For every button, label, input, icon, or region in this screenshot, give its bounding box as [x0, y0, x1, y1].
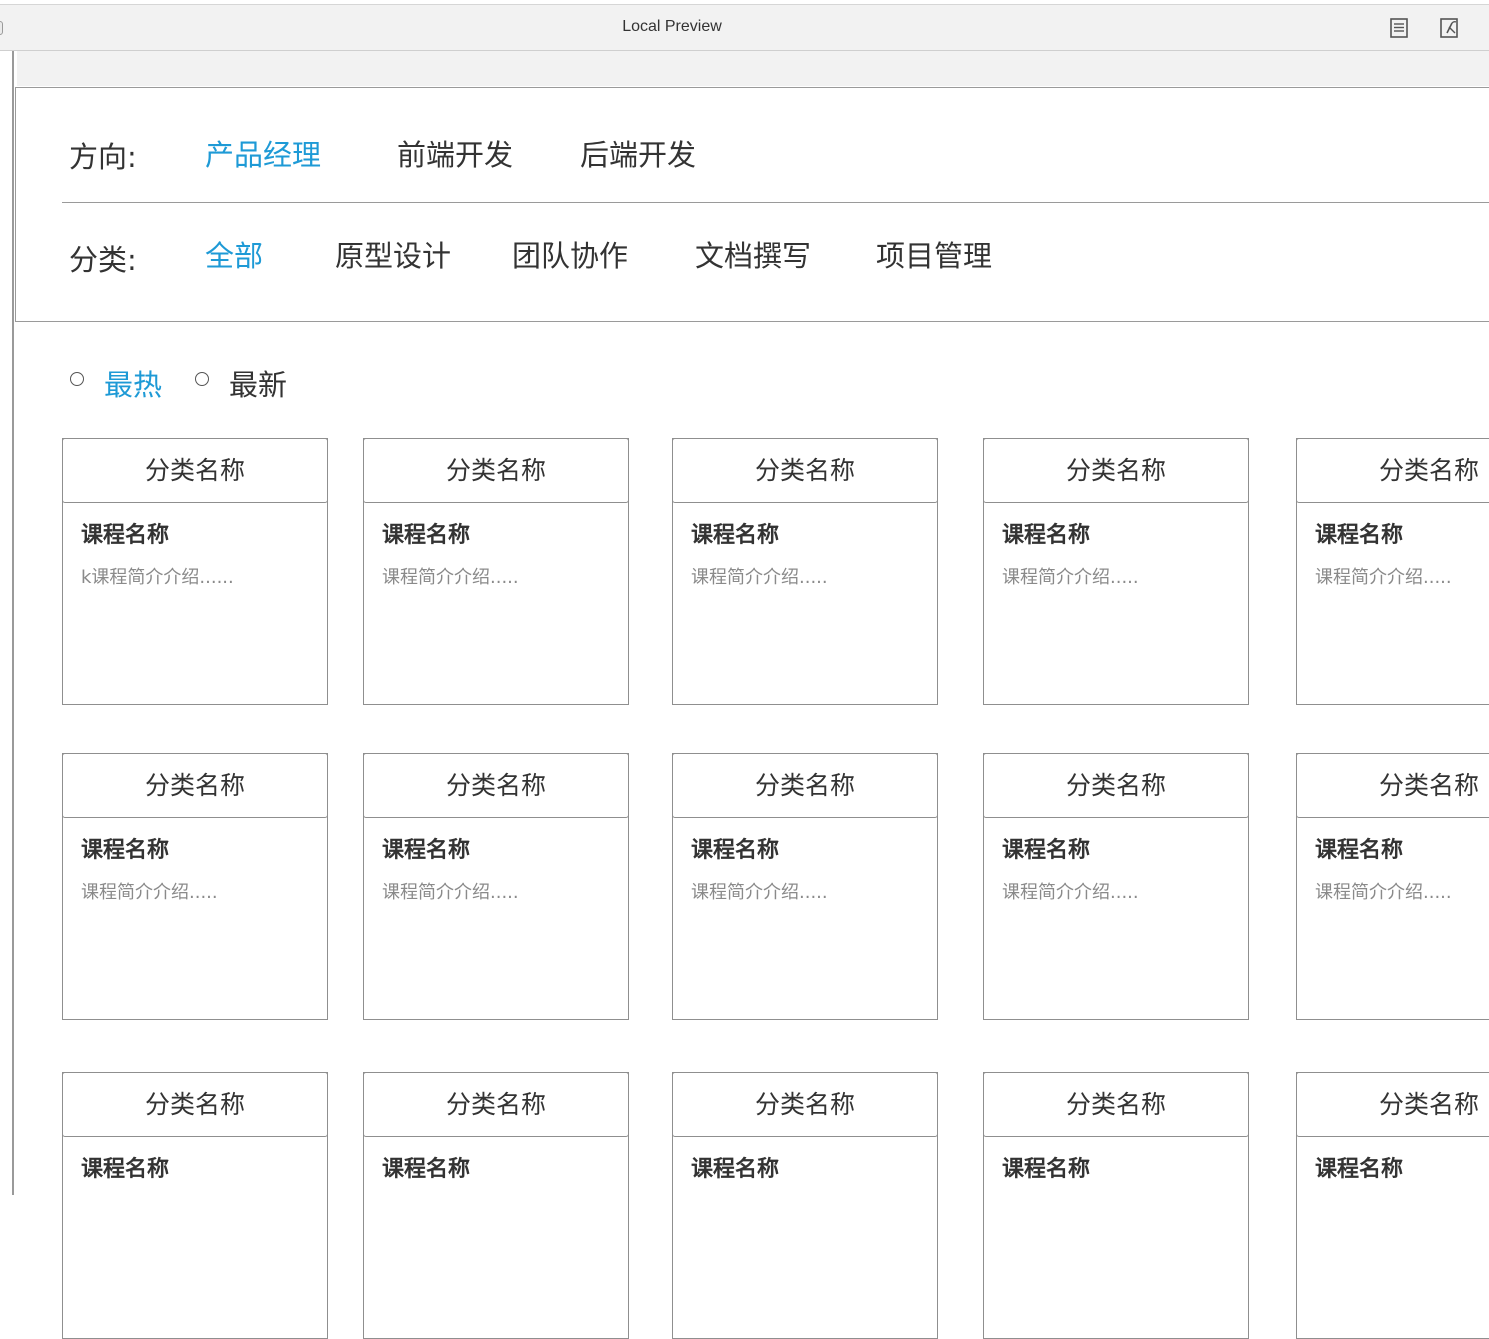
filter-divider — [62, 202, 1489, 203]
card-category: 分类名称 — [1296, 1072, 1489, 1137]
card-course-name: 课程名称 — [1002, 838, 1091, 863]
course-card[interactable]: 分类名称课程名称课程简介介绍..... — [363, 438, 629, 705]
category-filter: 分类: 全部 原型设计 团队协作 文档撰写 项目管理 — [16, 223, 1489, 283]
course-card[interactable]: 分类名称课程名称课程简介介绍..... — [62, 753, 328, 1020]
card-category: 分类名称 — [672, 753, 938, 818]
course-card[interactable]: 分类名称课程名称课程简介介绍..... — [672, 753, 938, 1020]
filter-panel: 方向: 产品经理 前端开发 后端开发 分类: 全部 原型设计 团队协作 文档撰写… — [15, 87, 1489, 322]
card-category: 分类名称 — [363, 1072, 629, 1137]
card-course-name: 课程名称 — [1315, 1157, 1404, 1182]
title-bar: Local Preview — [0, 4, 1489, 51]
card-course-name: 课程名称 — [1315, 523, 1404, 548]
card-category: 分类名称 — [983, 1072, 1249, 1137]
category-option-all[interactable]: 全部 — [205, 233, 263, 275]
card-course-name: 课程名称 — [81, 523, 170, 548]
card-course-name: 课程名称 — [691, 523, 780, 548]
card-course-name: 课程名称 — [691, 838, 780, 863]
card-course-name: 课程名称 — [1002, 1157, 1091, 1182]
course-card[interactable]: 分类名称课程名称 — [983, 1072, 1249, 1339]
course-card[interactable]: 分类名称课程名称 — [1296, 1072, 1489, 1339]
category-label: 分类: — [69, 243, 137, 277]
card-category: 分类名称 — [62, 1072, 328, 1137]
document-icon[interactable] — [1388, 17, 1410, 39]
card-course-desc: 课程简介介绍..... — [1315, 882, 1452, 903]
sort-new-label[interactable]: 最新 — [229, 362, 287, 404]
direction-label: 方向: — [69, 140, 137, 174]
category-option-project[interactable]: 项目管理 — [876, 233, 992, 275]
course-card[interactable]: 分类名称课程名称 — [62, 1072, 328, 1339]
card-course-desc: 课程简介介绍..... — [81, 882, 218, 903]
card-category: 分类名称 — [983, 438, 1249, 503]
card-course-desc: 课程简介介绍..... — [691, 567, 828, 588]
course-card[interactable]: 分类名称课程名称课程简介介绍..... — [1296, 438, 1489, 705]
card-course-desc: 课程简介介绍..... — [1002, 567, 1139, 588]
card-course-desc: 课程简介介绍..... — [1315, 567, 1452, 588]
card-category: 分类名称 — [62, 438, 328, 503]
card-course-name: 课程名称 — [81, 838, 170, 863]
card-course-desc: 课程简介介绍..... — [382, 567, 519, 588]
card-category: 分类名称 — [1296, 753, 1489, 818]
toolbar-strip — [17, 51, 1489, 86]
category-option-teamwork[interactable]: 团队协作 — [512, 233, 628, 275]
course-card[interactable]: 分类名称课程名称课程简介介绍..... — [1296, 753, 1489, 1020]
card-course-desc: 课程简介介绍..... — [691, 882, 828, 903]
course-card[interactable]: 分类名称课程名称 k课程简介介绍...... — [62, 438, 328, 705]
course-card[interactable]: 分类名称课程名称课程简介介绍..... — [983, 438, 1249, 705]
card-category: 分类名称 — [363, 438, 629, 503]
sort-hot-radio[interactable] — [70, 372, 84, 386]
card-category: 分类名称 — [672, 438, 938, 503]
variable-icon[interactable] — [1439, 17, 1461, 39]
card-category: 分类名称 — [62, 753, 328, 818]
card-course-name: 课程名称 — [382, 838, 471, 863]
category-option-docs[interactable]: 文档撰写 — [695, 233, 811, 275]
course-card[interactable]: 分类名称课程名称课程简介介绍..... — [672, 438, 938, 705]
direction-option-backend[interactable]: 后端开发 — [580, 132, 696, 174]
course-card[interactable]: 分类名称课程名称课程简介介绍..... — [983, 753, 1249, 1020]
direction-option-product[interactable]: 产品经理 — [205, 132, 321, 174]
sort-new-radio[interactable] — [195, 372, 209, 386]
card-course-name: 课程名称 — [382, 1157, 471, 1182]
course-card[interactable]: 分类名称课程名称 — [363, 1072, 629, 1339]
window-title: Local Preview — [622, 18, 722, 35]
course-card[interactable]: 分类名称课程名称课程简介介绍..... — [363, 753, 629, 1020]
sort-hot-label[interactable]: 最热 — [104, 362, 162, 404]
card-course-name: 课程名称 — [81, 1157, 170, 1182]
card-course-name: 课程名称 — [382, 523, 471, 548]
card-course-name: 课程名称 — [1315, 838, 1404, 863]
direction-option-frontend[interactable]: 前端开发 — [397, 132, 513, 174]
card-course-desc: 课程简介介绍..... — [1002, 882, 1139, 903]
card-course-desc: k课程简介介绍...... — [81, 567, 234, 588]
card-course-name: 课程名称 — [1002, 523, 1091, 548]
left-rail — [12, 51, 14, 1195]
category-option-prototype[interactable]: 原型设计 — [335, 233, 451, 275]
card-course-name: 课程名称 — [691, 1157, 780, 1182]
card-course-desc: 课程简介介绍..... — [382, 882, 519, 903]
course-card[interactable]: 分类名称课程名称 — [672, 1072, 938, 1339]
card-category: 分类名称 — [1296, 438, 1489, 503]
direction-filter: 方向: 产品经理 前端开发 后端开发 — [16, 122, 1489, 182]
card-category: 分类名称 — [672, 1072, 938, 1137]
card-category: 分类名称 — [983, 753, 1249, 818]
card-category: 分类名称 — [363, 753, 629, 818]
